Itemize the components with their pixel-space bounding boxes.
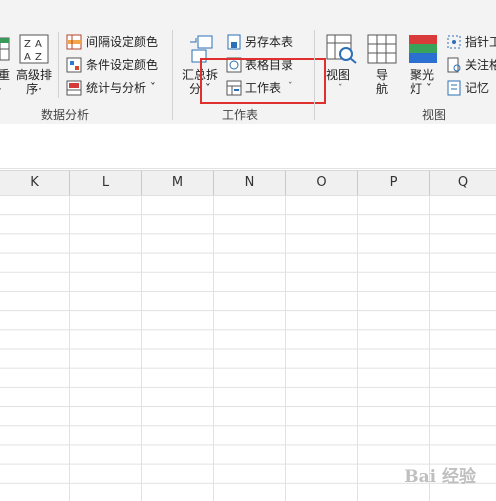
spotlight-icon: [409, 35, 437, 63]
memory-icon: [447, 80, 461, 96]
grid-line: [213, 195, 214, 501]
table-icon: [0, 37, 10, 61]
grid-line: [429, 195, 430, 501]
svg-text:Z: Z: [35, 52, 42, 63]
column-header-n[interactable]: N: [214, 171, 286, 195]
view-group-label: 视图: [421, 108, 446, 122]
view-magnifier-icon: [326, 34, 357, 64]
memory-label: 记忆: [465, 81, 490, 95]
focus-cell-button[interactable]: 关注格: [446, 57, 496, 73]
highlight-box: [200, 58, 326, 104]
partial-button-label: 重 ·: [0, 68, 10, 96]
interval-color-button[interactable]: 间隔设定颜色: [66, 34, 166, 50]
cell-grid[interactable]: [0, 195, 496, 501]
svg-text:A: A: [24, 52, 31, 63]
stats-analysis-label: 统计与分析 ˇ: [86, 81, 156, 95]
pointer-tool-button[interactable]: 指针工: [446, 34, 496, 50]
svg-text:Z: Z: [24, 39, 31, 50]
spotlight-button[interactable]: 聚光 灯 ˇ: [404, 34, 442, 98]
column-header-o[interactable]: O: [286, 171, 358, 195]
column-header-l[interactable]: L: [70, 171, 142, 195]
condition-color-button[interactable]: 条件设定颜色: [66, 57, 166, 73]
navigation-button[interactable]: 导 航: [366, 34, 398, 98]
ribbon: 重 · Z A A Z 高级排 序· 间隔设定颜色 条件设定颜色: [0, 0, 496, 125]
stats-icon: [66, 80, 82, 96]
worksheet-group-label: 工作表: [221, 108, 258, 122]
focus-cell-label: 关注格: [465, 58, 496, 72]
sort-az-icon: Z A A Z: [19, 34, 49, 64]
watermark: Bai 经验: [404, 467, 476, 487]
navigation-label: 导 航: [376, 68, 389, 96]
interval-color-icon: [66, 34, 82, 50]
interval-color-label: 间隔设定颜色: [86, 35, 159, 49]
formula-bar[interactable]: [0, 124, 496, 169]
navigation-grid-icon: [367, 34, 397, 64]
column-header-m[interactable]: M: [142, 171, 214, 195]
view-chevron-icon[interactable]: ˇ: [338, 84, 343, 94]
column-header-k[interactable]: K: [0, 171, 70, 195]
view-button[interactable]: 视图 ˇ: [322, 34, 362, 98]
focus-icon: [447, 57, 461, 73]
spotlight-label: 聚光 灯 ˇ: [410, 68, 435, 96]
pointer-icon: [447, 35, 461, 49]
column-header-p[interactable]: P: [358, 171, 430, 195]
separator: [58, 32, 59, 98]
column-header-row: K L M N O P Q: [0, 170, 496, 196]
grid-line: [285, 195, 286, 501]
view-label: 视图: [326, 68, 351, 82]
grid-line: [141, 195, 142, 501]
separator: [314, 30, 315, 120]
pointer-tool-label: 指针工: [465, 35, 496, 49]
stats-analysis-button[interactable]: 统计与分析 ˇ: [66, 80, 166, 96]
svg-text:A: A: [35, 39, 42, 50]
data-analysis-group-label: 数据分析: [40, 108, 89, 122]
advanced-sort-label: 高级排 序·: [15, 68, 52, 96]
grid-line: [357, 195, 358, 501]
partial-table-button[interactable]: 重 ·: [0, 36, 12, 96]
column-header-q[interactable]: Q: [430, 171, 496, 195]
memory-button[interactable]: 记忆: [446, 80, 496, 96]
separator: [172, 30, 173, 120]
save-as-table-button[interactable]: 另存本表: [226, 34, 306, 50]
partial-button-text: 重 ·: [0, 68, 11, 96]
save-as-label: 另存本表: [245, 35, 294, 49]
save-as-icon: [227, 34, 241, 50]
condition-color-icon: [66, 57, 82, 73]
advanced-sort-button[interactable]: Z A A Z 高级排 序·: [14, 34, 54, 98]
condition-color-label: 条件设定颜色: [86, 58, 159, 72]
grid-line: [69, 195, 70, 501]
